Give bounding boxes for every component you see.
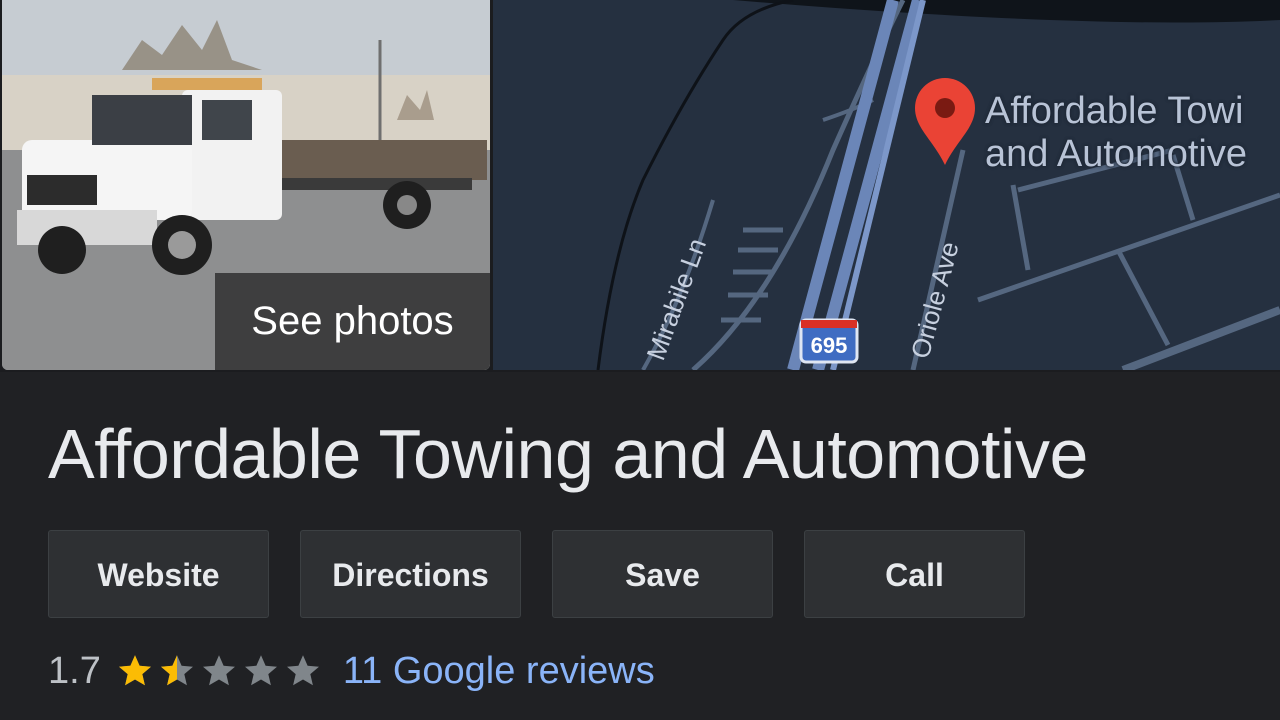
website-button[interactable]: Website [48,530,269,618]
star-rating [117,653,327,689]
star-empty-icon [202,655,235,686]
business-name: Affordable Towing and Automotive [48,415,1088,493]
star-full-icon [118,655,151,686]
call-button[interactable]: Call [804,530,1025,618]
rating-row: 1.7 11 Google reviews [48,646,655,696]
header-media: See photos 695 Mirabile Ln Oriole Ave Af… [0,0,1280,372]
map-place-label-line1: Affordable Towi [985,90,1244,132]
highway-shield-label: 695 [811,333,848,358]
rating-value: 1.7 [48,649,101,692]
map-place-label-line2: and Automotive [985,133,1247,175]
star-empty-icon [286,655,319,686]
business-photo[interactable]: See photos [2,0,490,370]
map-canvas: 695 Mirabile Ln Oriole Ave [493,0,1280,370]
save-button[interactable]: Save [552,530,773,618]
google-reviews-link[interactable]: 11 Google reviews [343,650,655,693]
directions-button[interactable]: Directions [300,530,521,618]
star-empty-icon [244,655,277,686]
see-photos-button[interactable]: See photos [215,273,490,370]
star-half-icon [160,655,193,686]
location-map[interactable]: 695 Mirabile Ln Oriole Ave Affordable To… [493,0,1280,370]
map-place-label: Affordable Towi and Automotive [985,90,1247,176]
